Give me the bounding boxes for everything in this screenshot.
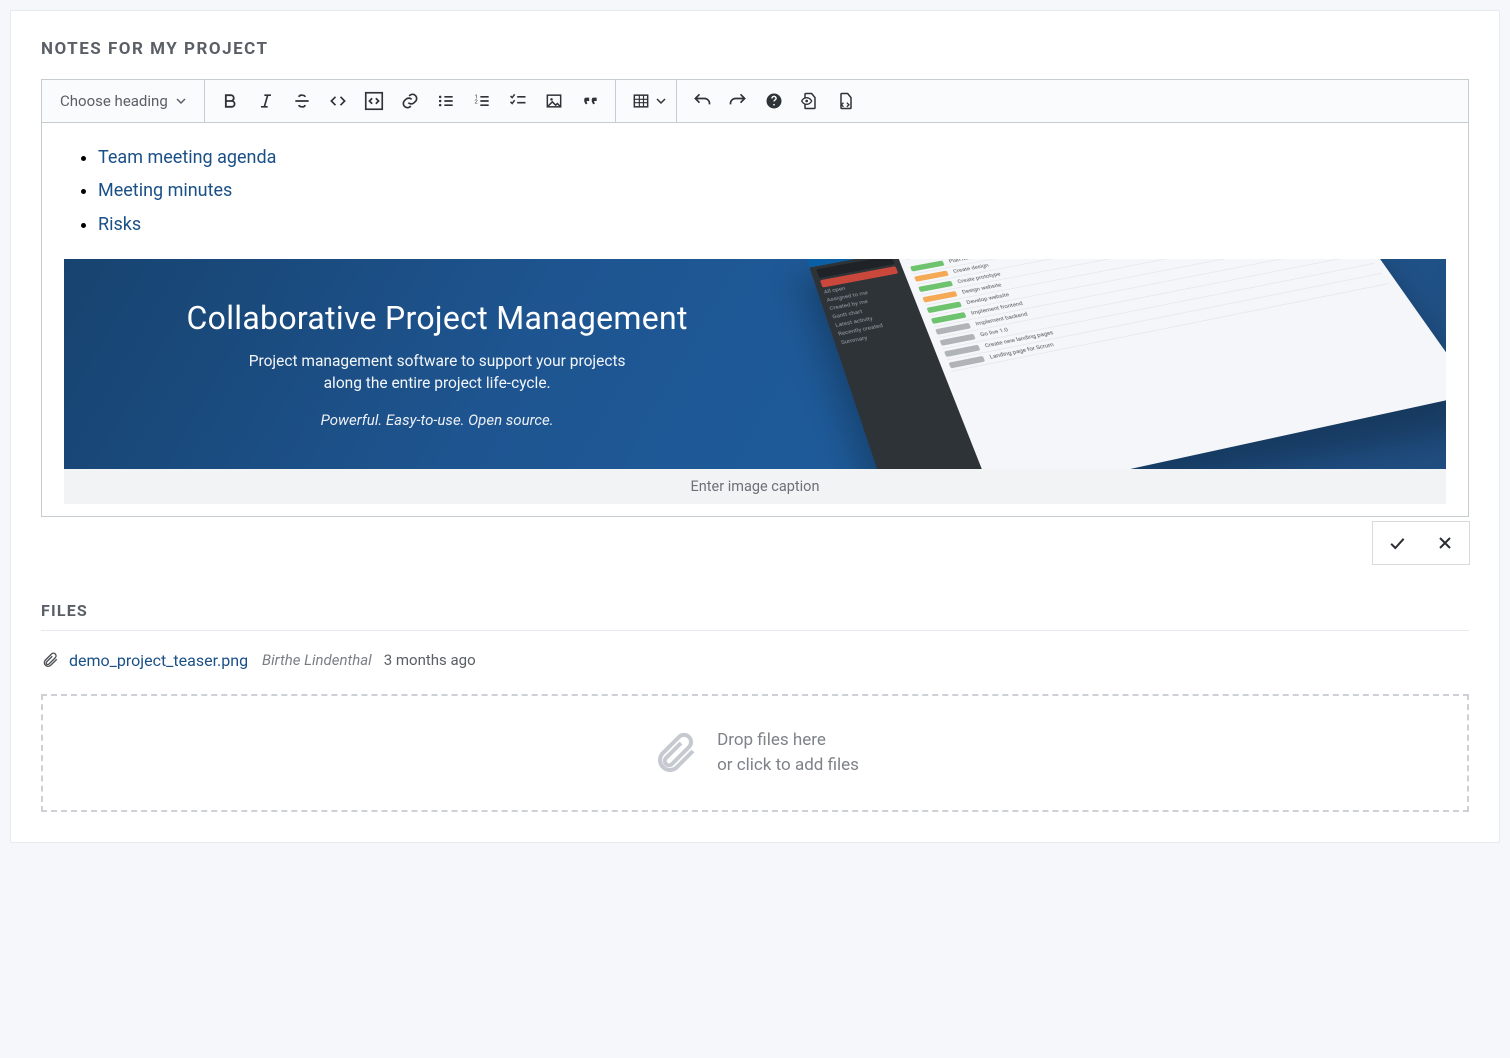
editor-toolbar: Choose heading: [42, 80, 1468, 123]
image-icon: [544, 91, 564, 111]
cancel-button[interactable]: [1421, 522, 1469, 564]
bullet-list-button[interactable]: [429, 86, 463, 116]
files-heading: FILES: [41, 601, 1469, 631]
embedded-image: Collaborative Project Management Project…: [64, 259, 1446, 469]
confirm-button[interactable]: [1373, 522, 1421, 564]
undo-icon: [692, 91, 712, 111]
strikethrough-icon: [292, 91, 312, 111]
link-icon: [400, 91, 420, 111]
banner-tagline: Powerful. Easy-to-use. Open source.: [321, 411, 554, 429]
banner-subtitle: Project management software to support y…: [247, 351, 627, 394]
files-section: FILES demo_project_teaser.png Birthe Lin…: [41, 601, 1469, 812]
task-list-icon: [508, 91, 528, 111]
file-dropzone[interactable]: Drop files here or click to add files: [41, 694, 1469, 812]
file-author: Birthe Lindenthal: [262, 651, 372, 669]
svg-text:2: 2: [474, 100, 478, 106]
notes-list: Team meeting agenda Meeting minutes Risk…: [64, 141, 1446, 241]
editor-content[interactable]: Team meeting agenda Meeting minutes Risk…: [42, 123, 1468, 516]
chevron-down-icon: [656, 96, 666, 106]
notes-panel: NOTES FOR MY PROJECT Choose heading: [10, 10, 1500, 843]
note-link[interactable]: Meeting minutes: [98, 174, 1446, 207]
bullet-list-icon: [436, 91, 456, 111]
file-time: 3 months ago: [384, 651, 476, 669]
heading-dropdown-label: Choose heading: [60, 92, 168, 110]
paperclip-icon: [651, 729, 699, 777]
chevron-down-icon: [176, 96, 186, 106]
editor-actions: [41, 521, 1470, 565]
check-icon: [1387, 533, 1407, 553]
banner-title: Collaborative Project Management: [187, 299, 688, 337]
help-button[interactable]: [757, 86, 791, 116]
italic-icon: [256, 91, 276, 111]
paperclip-icon: [41, 651, 59, 669]
section-title: NOTES FOR MY PROJECT: [41, 39, 1469, 59]
note-link[interactable]: Risks: [98, 208, 1446, 241]
numbered-list-button[interactable]: 12: [465, 86, 499, 116]
image-button[interactable]: [537, 86, 571, 116]
bold-button[interactable]: [213, 86, 247, 116]
close-icon: [1435, 533, 1455, 553]
link-button[interactable]: [393, 86, 427, 116]
table-button[interactable]: [624, 86, 658, 116]
image-caption-input[interactable]: Enter image caption: [64, 469, 1446, 504]
preview-icon: [800, 91, 820, 111]
note-link[interactable]: Team meeting agenda: [98, 141, 1446, 174]
undo-button[interactable]: [685, 86, 719, 116]
file-name-link[interactable]: demo_project_teaser.png: [69, 651, 248, 670]
strikethrough-button[interactable]: [285, 86, 319, 116]
redo-icon: [728, 91, 748, 111]
numbered-list-icon: 12: [472, 91, 492, 111]
bold-icon: [220, 91, 240, 111]
italic-button[interactable]: [249, 86, 283, 116]
embedded-image-block[interactable]: Collaborative Project Management Project…: [64, 259, 1446, 504]
task-list-button[interactable]: [501, 86, 535, 116]
code-block-button[interactable]: [357, 86, 391, 116]
rich-text-editor: Choose heading: [41, 79, 1469, 517]
code-inline-button[interactable]: [321, 86, 355, 116]
code-icon: [328, 91, 348, 111]
code-block-icon: [363, 90, 385, 112]
preview-button[interactable]: [793, 86, 827, 116]
source-button[interactable]: [829, 86, 863, 116]
dropzone-text: Drop files here or click to add files: [717, 728, 859, 777]
source-icon: [836, 91, 856, 111]
quote-icon: [580, 91, 600, 111]
blockquote-button[interactable]: [573, 86, 607, 116]
heading-dropdown[interactable]: Choose heading: [50, 86, 196, 116]
redo-button[interactable]: [721, 86, 755, 116]
file-row: demo_project_teaser.png Birthe Lindentha…: [41, 651, 1469, 670]
help-icon: [764, 91, 784, 111]
table-icon: [631, 91, 651, 111]
